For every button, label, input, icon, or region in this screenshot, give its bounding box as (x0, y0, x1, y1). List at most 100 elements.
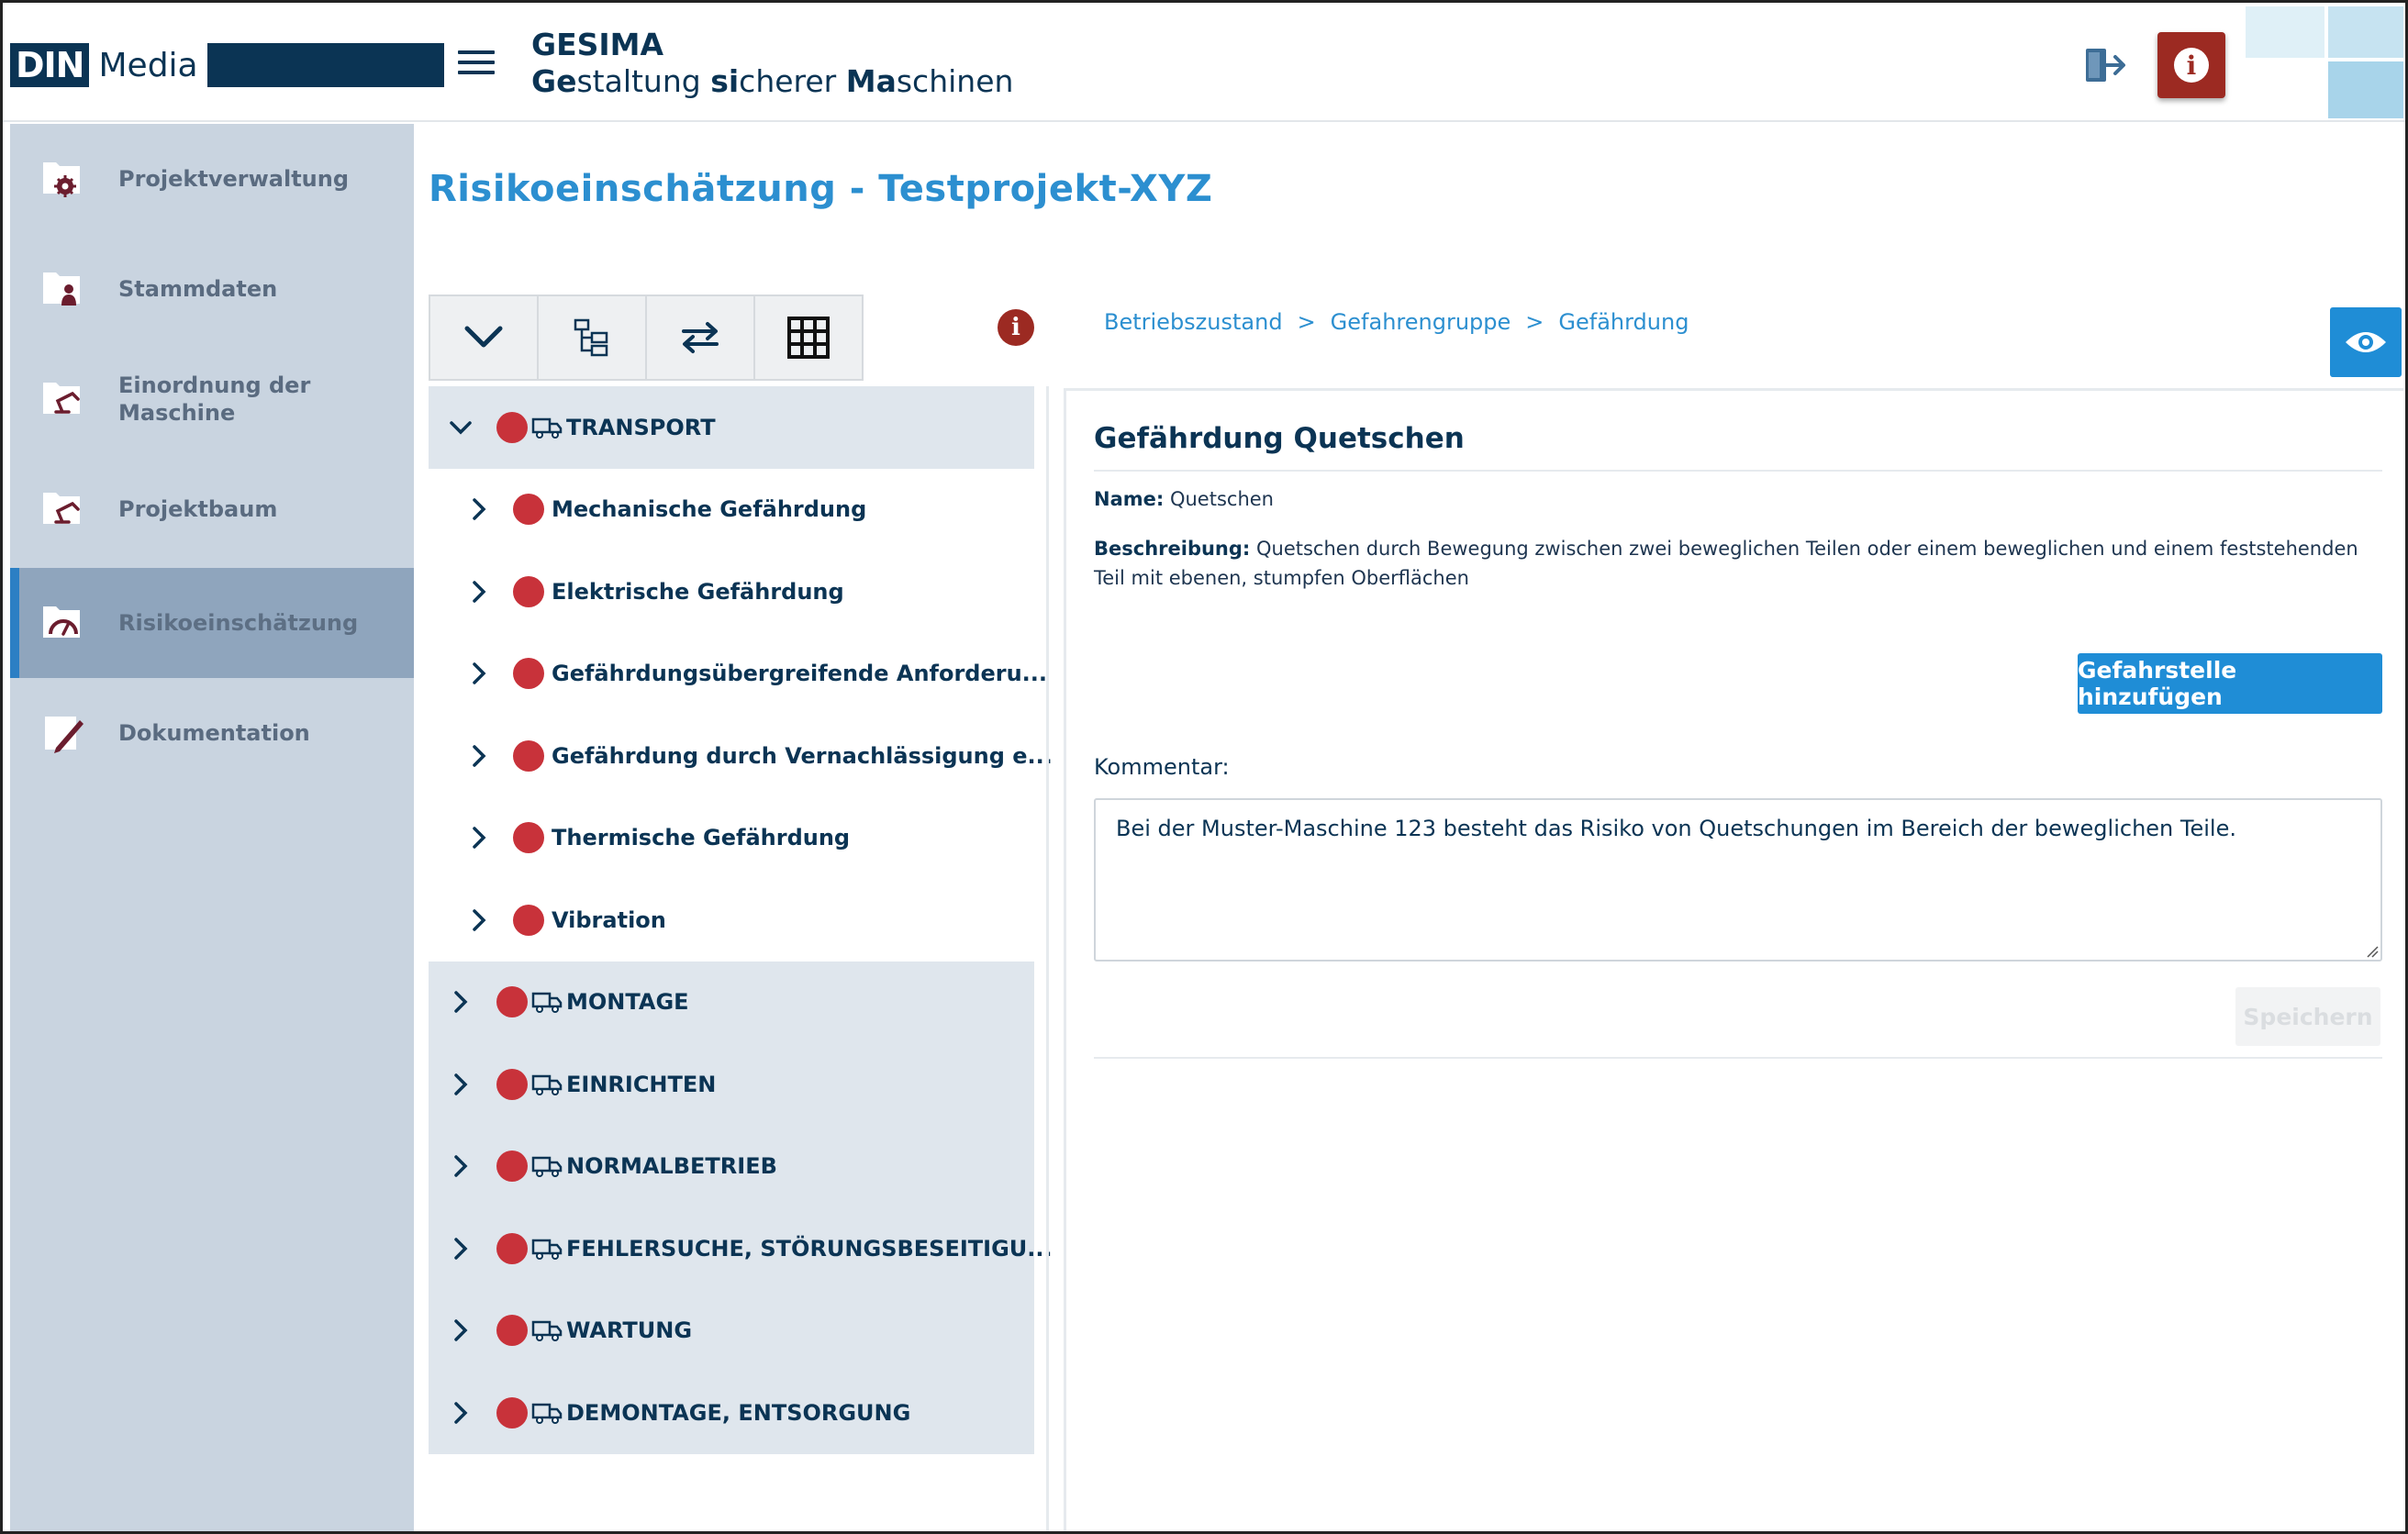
app-window: DIN Media GESIMA Gestaltung sicherer Mas… (0, 0, 2408, 1534)
tree-node-transport[interactable]: TRANSPORT (429, 386, 1034, 469)
tree-node-label: Elektrische Gefährdung (552, 578, 844, 605)
chevron-right-icon[interactable] (449, 1318, 473, 1342)
breadcrumb-gefahrengruppe[interactable]: Gefahrengruppe (1331, 309, 1511, 335)
tree-node-demontage[interactable]: DEMONTAGE, ENTSORGUNG (429, 1372, 1034, 1454)
swap-arrows-icon (682, 322, 719, 353)
tree-view-button[interactable] (537, 295, 647, 381)
folder-gauge-icon (43, 606, 80, 638)
truck-icon (531, 1321, 563, 1342)
swap-button[interactable] (645, 295, 755, 381)
tree-node-normalbetrieb[interactable]: NORMALBETRIEB (429, 1125, 1034, 1207)
chevron-right-icon[interactable] (449, 1237, 473, 1261)
chevron-right-icon[interactable] (467, 744, 491, 768)
truck-icon (531, 417, 563, 439)
breadcrumb-separator: > (1297, 309, 1316, 335)
detail-panel: Gefährdung Quetschen Name: Quetschen Bes… (1064, 388, 2403, 1531)
add-hazard-point-button[interactable]: Gefahrstelle hinzufügen (2078, 653, 2382, 714)
sidebar-item-label: Einordnung der Maschine (118, 372, 311, 426)
eye-icon (2346, 332, 2386, 352)
info-icon: i (2174, 48, 2209, 83)
description-field: Beschreibung: Quetschen durch Bewegung z… (1094, 534, 2382, 593)
chevron-right-icon[interactable] (467, 826, 491, 850)
logo-din: DIN (10, 43, 90, 87)
tree-node-label: FEHLERSUCHE, STÖRUNGSBESEITIGU... (566, 1235, 1053, 1262)
header: DIN Media GESIMA Gestaltung sicherer Mas… (3, 3, 2405, 122)
status-dot (513, 822, 544, 854)
comment-textarea[interactable]: Bei der Muster-Maschine 123 besteht das … (1094, 798, 2382, 962)
menu-icon[interactable] (458, 50, 495, 80)
info-icon[interactable]: i (998, 309, 1034, 346)
chevron-right-icon[interactable] (449, 1073, 473, 1096)
sidebar-item-risikoeinschaetzung[interactable]: Risikoeinschätzung (10, 568, 414, 678)
page-title: Risikoeinschätzung - Testprojekt-XYZ (429, 168, 1213, 210)
sidebar-item-label: Dokumentation (118, 720, 310, 746)
tree-child-uebergreifend[interactable]: Gefährdungsübergreifende Anforderu... (429, 633, 1047, 716)
chevron-right-icon[interactable] (449, 1401, 473, 1425)
folder-robot-arm-icon (43, 383, 80, 414)
decor-square (2328, 6, 2403, 58)
sidebar-item-einordnung[interactable]: Einordnung der Maschine (10, 344, 414, 454)
sidebar-item-projektbaum[interactable]: Projektbaum (10, 454, 414, 564)
breadcrumb-separator: > (1525, 309, 1544, 335)
sidebar: Projektverwaltung Stammdaten Einordnung … (10, 124, 414, 1531)
tree-node-label: DEMONTAGE, ENTSORGUNG (566, 1399, 911, 1426)
tree-node-label: Thermische Gefährdung (552, 825, 851, 851)
chevron-down-icon (464, 326, 503, 348)
tree-child-vibration[interactable]: Vibration (429, 879, 1034, 962)
decor-square (2328, 61, 2403, 118)
collapse-all-button[interactable] (429, 295, 539, 381)
truck-icon (531, 993, 563, 1014)
decor-square (2246, 6, 2324, 58)
tree-child-elektrische[interactable]: Elektrische Gefährdung (429, 550, 1034, 633)
tree-node-label: TRANSPORT (566, 414, 716, 440)
description-label: Beschreibung: (1094, 538, 1251, 560)
divider (1094, 470, 2382, 472)
info-button[interactable]: i (2157, 32, 2225, 98)
document-pen-icon (45, 717, 84, 753)
tree-structure-icon (574, 318, 608, 357)
sidebar-item-dokumentation[interactable]: Dokumentation (10, 678, 414, 788)
preview-button[interactable] (2330, 307, 2402, 377)
tree-node-einrichten[interactable]: EINRICHTEN (429, 1043, 1034, 1126)
status-dot (513, 904, 544, 936)
breadcrumb-gefaehrdung[interactable]: Gefährdung (1558, 309, 1689, 335)
tree-node-fehlersuche[interactable]: FEHLERSUCHE, STÖRUNGSBESEITIGU... (429, 1207, 1053, 1290)
chevron-right-icon[interactable] (449, 1154, 473, 1178)
sidebar-item-label: Stammdaten (118, 276, 278, 302)
chevron-down-icon[interactable] (449, 416, 473, 439)
sidebar-item-label: Risikoeinschätzung (118, 610, 359, 636)
status-dot (496, 986, 528, 1018)
save-button[interactable]: Speichern (2235, 987, 2380, 1046)
tree-node-label: MONTAGE (566, 989, 689, 1016)
status-dot (496, 1315, 528, 1347)
chevron-right-icon[interactable] (467, 661, 491, 685)
chevron-right-icon[interactable] (467, 580, 491, 604)
app-title: GESIMA Gestaltung sicherer Maschinen (531, 27, 1013, 100)
sidebar-item-projektverwaltung[interactable]: Projektverwaltung (10, 124, 414, 234)
tree-node-label: EINRICHTEN (566, 1071, 717, 1097)
sidebar-item-stammdaten[interactable]: Stammdaten (10, 234, 414, 344)
tree-node-label: Mechanische Gefährdung (552, 496, 867, 523)
chevron-right-icon[interactable] (467, 908, 491, 932)
matrix-view-button[interactable] (753, 295, 864, 381)
truck-icon (531, 1403, 563, 1424)
tree-child-vernachlaessigung[interactable]: Gefährdung durch Vernachlässigung e... (429, 715, 1053, 797)
tree-child-mechanische[interactable]: Mechanische Gefährdung (429, 469, 1034, 551)
chevron-right-icon[interactable] (449, 990, 473, 1014)
status-dot (513, 494, 544, 526)
sidebar-item-label: Projektverwaltung (118, 166, 350, 192)
status-dot (513, 575, 544, 607)
folder-robot-arm-icon (43, 493, 80, 524)
tree-toolbar (429, 295, 864, 381)
resize-handle-icon[interactable] (2366, 945, 2379, 958)
logout-icon[interactable] (2084, 45, 2128, 85)
tree-child-thermische[interactable]: Thermische Gefährdung (429, 797, 1034, 880)
panel-splitter[interactable] (1046, 386, 1049, 1531)
name-value: Quetschen (1169, 488, 1274, 510)
status-dot (513, 739, 544, 772)
comment-text: Bei der Muster-Maschine 123 besteht das … (1116, 816, 2236, 841)
chevron-right-icon[interactable] (467, 497, 491, 521)
breadcrumb-betriebszustand[interactable]: Betriebszustand (1104, 309, 1283, 335)
tree-node-wartung[interactable]: WARTUNG (429, 1289, 1034, 1372)
tree-node-montage[interactable]: MONTAGE (429, 961, 1034, 1043)
